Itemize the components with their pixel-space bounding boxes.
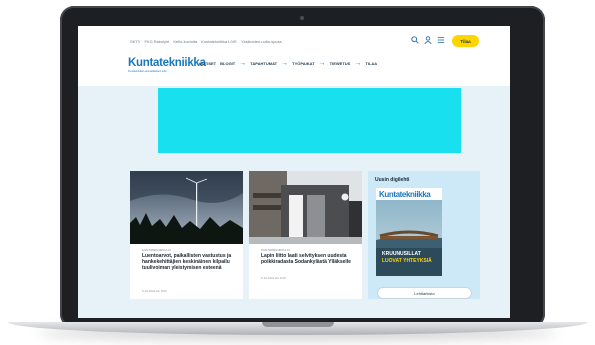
nav-item-tiewetus[interactable]: TIEWETUS bbox=[330, 61, 351, 66]
arrow-right-icon: → bbox=[318, 59, 326, 67]
nav-item-tyopaikat[interactable]: TYÖPAIKAT bbox=[292, 61, 315, 66]
top-link[interactable]: FKG Rakolyht bbox=[144, 39, 169, 44]
article-category: KUNTATEKNIIKKA.FI bbox=[261, 248, 290, 252]
nav-item-tapahtumat[interactable]: TAPAHTUMAT bbox=[250, 61, 277, 66]
article-date: 5.10.2022 klo 8:00 bbox=[142, 289, 167, 293]
nav-item-uutiset[interactable]: UUTISET bbox=[199, 61, 216, 66]
ad-banner[interactable] bbox=[158, 88, 461, 153]
arrow-right-icon: → bbox=[239, 59, 247, 67]
article-date: 5.10.2022 klo 9:00 bbox=[261, 276, 286, 280]
laptop-screen: SKTY FKG Rakolyht Kello-kuvioita Kuntate… bbox=[78, 26, 510, 318]
arrow-right-icon: → bbox=[281, 59, 289, 67]
top-links: SKTY FKG Rakolyht Kello-kuvioita Kuntate… bbox=[130, 39, 282, 44]
magazine-name: Kuntatekniikka bbox=[379, 190, 431, 199]
user-icon[interactable] bbox=[424, 36, 432, 46]
magazine-archive-button[interactable]: Lehtiarkisto bbox=[377, 287, 472, 299]
article-card[interactable]: KUNTATEKNIIKKA.FI Luentoarvot, paikallis… bbox=[130, 171, 243, 299]
site-header: SKTY FKG Rakolyht Kello-kuvioita Kuntate… bbox=[78, 26, 510, 86]
article-title[interactable]: Luentoarvot, paikallisten vastustus ja h… bbox=[142, 253, 238, 272]
menu-icon[interactable] bbox=[437, 36, 445, 46]
camera-icon bbox=[300, 16, 304, 20]
site-logo[interactable]: Kuntatekniikka bbox=[128, 57, 206, 69]
article-image[interactable] bbox=[130, 171, 243, 244]
site-tagline: Kuntatekniikan ammattilaisten lehti bbox=[128, 70, 167, 73]
magazine-cover[interactable]: Kuntatekniikka KRUUNUSILLAT LUOVAT YHTEY… bbox=[376, 188, 442, 276]
top-link[interactable]: SKTY bbox=[130, 39, 140, 44]
laptop-notch bbox=[262, 322, 334, 327]
nav-item-tilaa[interactable]: TILAA bbox=[365, 61, 377, 66]
top-link[interactable]: Kello-kuvioita bbox=[173, 39, 197, 44]
subscribe-button[interactable]: Tilaa bbox=[452, 35, 479, 47]
main-nav: UUTISET BLOGIT → TAPAHTUMAT → TYÖPAIKAT … bbox=[199, 59, 377, 67]
arrow-right-icon: → bbox=[354, 59, 362, 67]
article-title[interactable]: Lapin liitto laati selvityksen uudesta p… bbox=[261, 253, 357, 265]
top-link[interactable]: Yksikuvien-uutis-sposs bbox=[241, 39, 282, 44]
cover-headline: KRUUNUSILLAT bbox=[382, 251, 421, 257]
digital-issue-heading: Uusin digilehti bbox=[375, 177, 410, 183]
nav-item-blogit[interactable]: BLOGIT bbox=[220, 61, 235, 66]
article-card[interactable]: KUNTATEKNIIKKA.FI Lapin liitto laati sel… bbox=[249, 171, 362, 299]
search-icon[interactable] bbox=[411, 36, 419, 46]
article-image[interactable] bbox=[249, 171, 362, 244]
cover-subheadline: LUOVAT YHTEYKSIÄ bbox=[382, 258, 432, 264]
latest-digital-issue: Uusin digilehti Kuntatekniikka KRUUNUSIL… bbox=[368, 171, 480, 299]
top-link[interactable]: Kuntatekniikka LIVE bbox=[201, 39, 237, 44]
article-category: KUNTATEKNIIKKA.FI bbox=[142, 248, 171, 252]
